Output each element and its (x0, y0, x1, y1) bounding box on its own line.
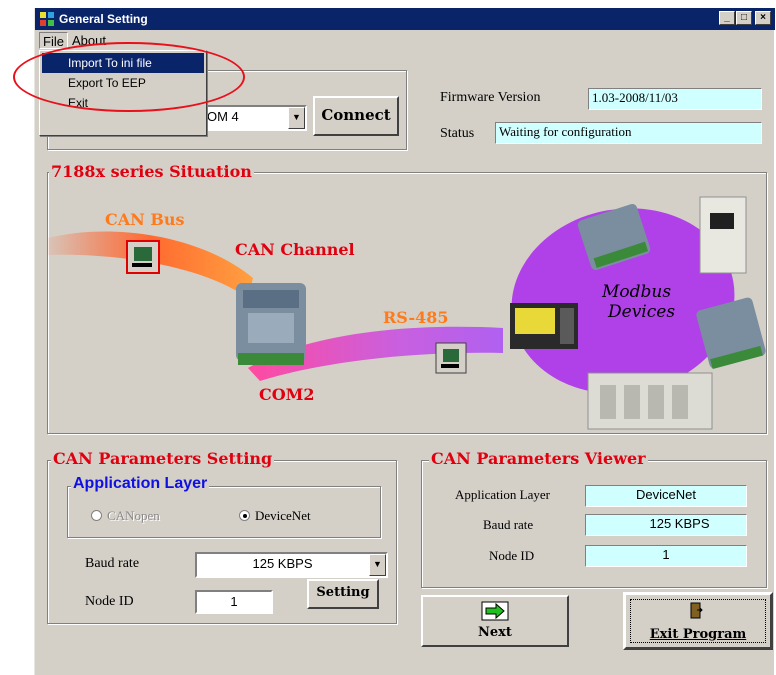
firmware-label: Firmware Version (440, 90, 541, 105)
node-id-input[interactable]: 1 (195, 590, 273, 614)
status-label: Status (440, 126, 475, 141)
viewer-node-label: Node ID (489, 548, 535, 563)
situation-title: 7188x series Situation (49, 162, 254, 181)
arrow-right-icon (481, 601, 509, 621)
window-title: General Setting (59, 12, 148, 26)
chevron-down-icon[interactable]: ▼ (288, 107, 305, 129)
rs485-label: RS-485 (383, 308, 449, 327)
next-button[interactable]: Next (421, 595, 569, 647)
status-value: Waiting for configuration (495, 122, 762, 144)
radio-canopen-dot (91, 510, 102, 521)
radio-devicenet-label: DeviceNet (255, 508, 311, 523)
radio-canopen-label: CANopen (107, 508, 160, 523)
title-bar: General Setting _ □ × (35, 8, 775, 30)
minimize-button[interactable]: _ (719, 11, 735, 25)
inverter-device (699, 196, 747, 274)
hmi-panel-device (510, 303, 578, 349)
viewer-baud-value: 125 KBPS (585, 514, 747, 536)
menu-item-exit[interactable]: Exit (42, 93, 204, 113)
viewer-app-layer-label: Application Layer (455, 487, 550, 502)
can-setting-title: CAN Parameters Setting (51, 449, 275, 468)
viewer-node-value: 1 (585, 545, 747, 567)
can-bus-icon (126, 240, 160, 274)
menu-file[interactable]: File (39, 32, 68, 49)
can-bus-label: CAN Bus (105, 210, 185, 229)
modbus-label-line2: Devices (608, 302, 676, 322)
maximize-button[interactable]: □ (736, 11, 752, 25)
file-menu-dropdown: Import To ini file Export To EEP Exit (39, 50, 207, 136)
exit-door-icon (690, 602, 703, 619)
baud-rate-value: 125 KBPS (252, 556, 313, 571)
general-setting-window: General Setting _ □ × File About Import … (13, 8, 775, 675)
menu-about[interactable]: About (69, 32, 109, 49)
setting-button[interactable]: Setting (307, 579, 379, 609)
firmware-value: 1.03-2008/11/03 (588, 88, 762, 110)
app-icon (40, 12, 54, 26)
can-module-device (236, 283, 306, 365)
plc-device (587, 372, 713, 430)
app-layer-title: Application Layer (71, 475, 210, 493)
viewer-baud-label: Baud rate (483, 517, 534, 532)
radio-devicenet[interactable]: DeviceNet (239, 508, 311, 524)
next-label: Next (478, 625, 512, 640)
baud-rate-select[interactable]: 125 KBPS ▼ (195, 552, 388, 578)
baud-rate-label: Baud rate (85, 556, 140, 571)
can-viewer-title: CAN Parameters Viewer (429, 449, 648, 468)
rs485-icon (435, 342, 467, 374)
com-port-select[interactable]: OM 4 ▼ (201, 105, 307, 131)
menu-bar: File About (35, 30, 775, 50)
menu-item-import-ini[interactable]: Import To ini file (42, 53, 204, 73)
com2-label: COM2 (259, 385, 315, 404)
com-port-value: OM 4 (207, 109, 239, 124)
radio-devicenet-dot[interactable] (239, 510, 250, 521)
connect-button[interactable]: Connect (313, 96, 399, 136)
radio-canopen: CANopen (91, 508, 160, 524)
exit-program-label: Exit Program (649, 627, 747, 642)
close-button[interactable]: × (755, 11, 771, 25)
modbus-label-line1: Modbus (602, 282, 672, 302)
menu-item-export-eep[interactable]: Export To EEP (42, 73, 204, 93)
viewer-app-layer-value: DeviceNet (585, 485, 747, 507)
exit-program-button[interactable]: Exit Program (623, 592, 773, 650)
node-id-label: Node ID (85, 594, 134, 609)
can-channel-label: CAN Channel (235, 240, 355, 259)
chevron-down-icon[interactable]: ▼ (369, 554, 386, 576)
